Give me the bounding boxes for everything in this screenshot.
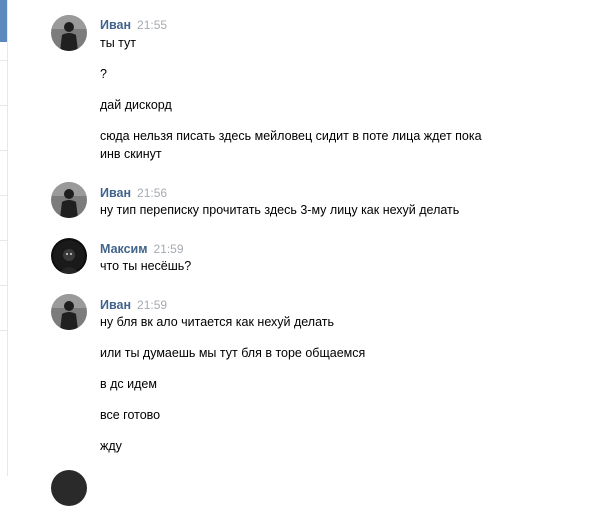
user-avatar[interactable] <box>51 182 87 218</box>
message-text: жду <box>100 439 122 453</box>
divider-tick <box>0 195 7 196</box>
message-text: дай дискорд <box>100 98 172 112</box>
divider-tick <box>0 60 7 61</box>
divider-tick <box>0 150 7 151</box>
message-text: ну тип переписку прочитать здесь 3-му ли… <box>100 203 460 217</box>
user-avatar[interactable] <box>51 294 87 330</box>
divider-tick <box>0 105 7 106</box>
message-text: ты тут <box>100 36 137 50</box>
message-text: все готово <box>100 408 161 422</box>
user-avatar[interactable] <box>51 470 87 506</box>
message-header: Иван 21:55 <box>100 18 167 32</box>
message-time[interactable]: 21:55 <box>137 18 167 32</box>
message-text: что ты несёшь? <box>100 259 192 273</box>
user-avatar[interactable] <box>51 238 87 274</box>
user-avatar[interactable] <box>51 15 87 51</box>
divider-tick <box>0 285 7 286</box>
left-panel-accent <box>0 0 7 42</box>
message-header: Иван 21:56 <box>100 186 167 200</box>
message-time[interactable]: 21:56 <box>137 186 167 200</box>
message-header: Максим 21:59 <box>100 242 184 256</box>
avatar-photo-icon <box>51 182 87 218</box>
message-text: ну бля вк ало читается как нехуй делать <box>100 315 335 329</box>
author-name[interactable]: Иван <box>100 186 131 200</box>
message-text: сюда нельзя писать здесь мейловец сидит … <box>100 129 482 143</box>
author-name[interactable]: Иван <box>100 18 131 32</box>
avatar-photo-icon <box>51 294 87 330</box>
message-time[interactable]: 21:59 <box>154 242 184 256</box>
message-header: Иван 21:59 <box>100 298 167 312</box>
message-time[interactable]: 21:59 <box>137 298 167 312</box>
message-text: в дс идем <box>100 377 157 391</box>
message-text: или ты думаешь мы тут бля в торе общаемс… <box>100 346 366 360</box>
divider-tick <box>0 330 7 331</box>
avatar-photo-icon <box>51 238 87 274</box>
message-text: инв скинут <box>100 147 162 161</box>
message-text: ? <box>100 67 107 81</box>
left-panel-divider <box>7 0 8 476</box>
author-name[interactable]: Максим <box>100 242 148 256</box>
divider-tick <box>0 240 7 241</box>
avatar-photo-icon <box>51 15 87 51</box>
author-name[interactable]: Иван <box>100 298 131 312</box>
